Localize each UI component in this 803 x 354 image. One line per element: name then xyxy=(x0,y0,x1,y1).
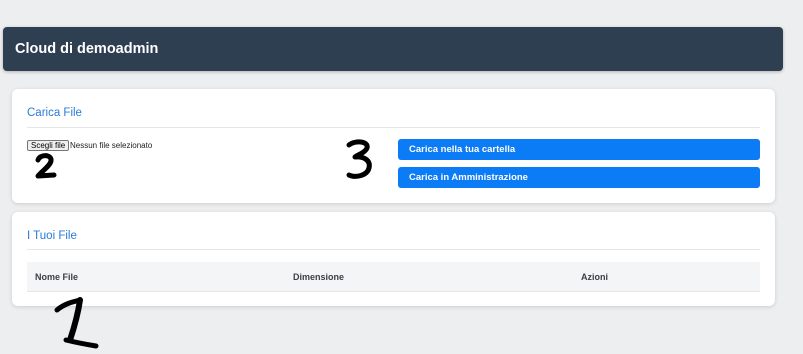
upload-to-admin-button[interactable]: Carica in Amministrazione xyxy=(398,167,760,188)
upload-card-divider xyxy=(27,127,760,128)
upload-card: Carica File Scegli file Nessun file sele… xyxy=(12,89,775,203)
column-header-size[interactable]: Dimensione xyxy=(293,272,344,282)
handwritten-number-2 xyxy=(35,153,57,179)
choose-file-button[interactable]: Scegli file xyxy=(27,140,70,151)
page-title: Cloud di demoadmin xyxy=(15,41,159,57)
column-header-name[interactable]: Nome File xyxy=(35,272,78,282)
column-header-actions: Azioni xyxy=(581,272,608,282)
handwritten-number-3 xyxy=(346,139,372,179)
files-table-header: Nome File Dimensione Azioni xyxy=(27,262,760,292)
upload-card-title: Carica File xyxy=(27,107,82,119)
files-card-divider xyxy=(27,249,760,250)
files-card-title: I Tuoi File xyxy=(27,230,77,242)
files-card: I Tuoi File Nome File Dimensione Azioni xyxy=(12,212,775,306)
file-status-text: Nessun file selezionato xyxy=(70,141,153,150)
handwritten-number-1 xyxy=(54,297,99,349)
upload-to-my-folder-button[interactable]: Carica nella tua cartella xyxy=(398,139,760,160)
header-bar: Cloud di demoadmin xyxy=(3,27,783,71)
